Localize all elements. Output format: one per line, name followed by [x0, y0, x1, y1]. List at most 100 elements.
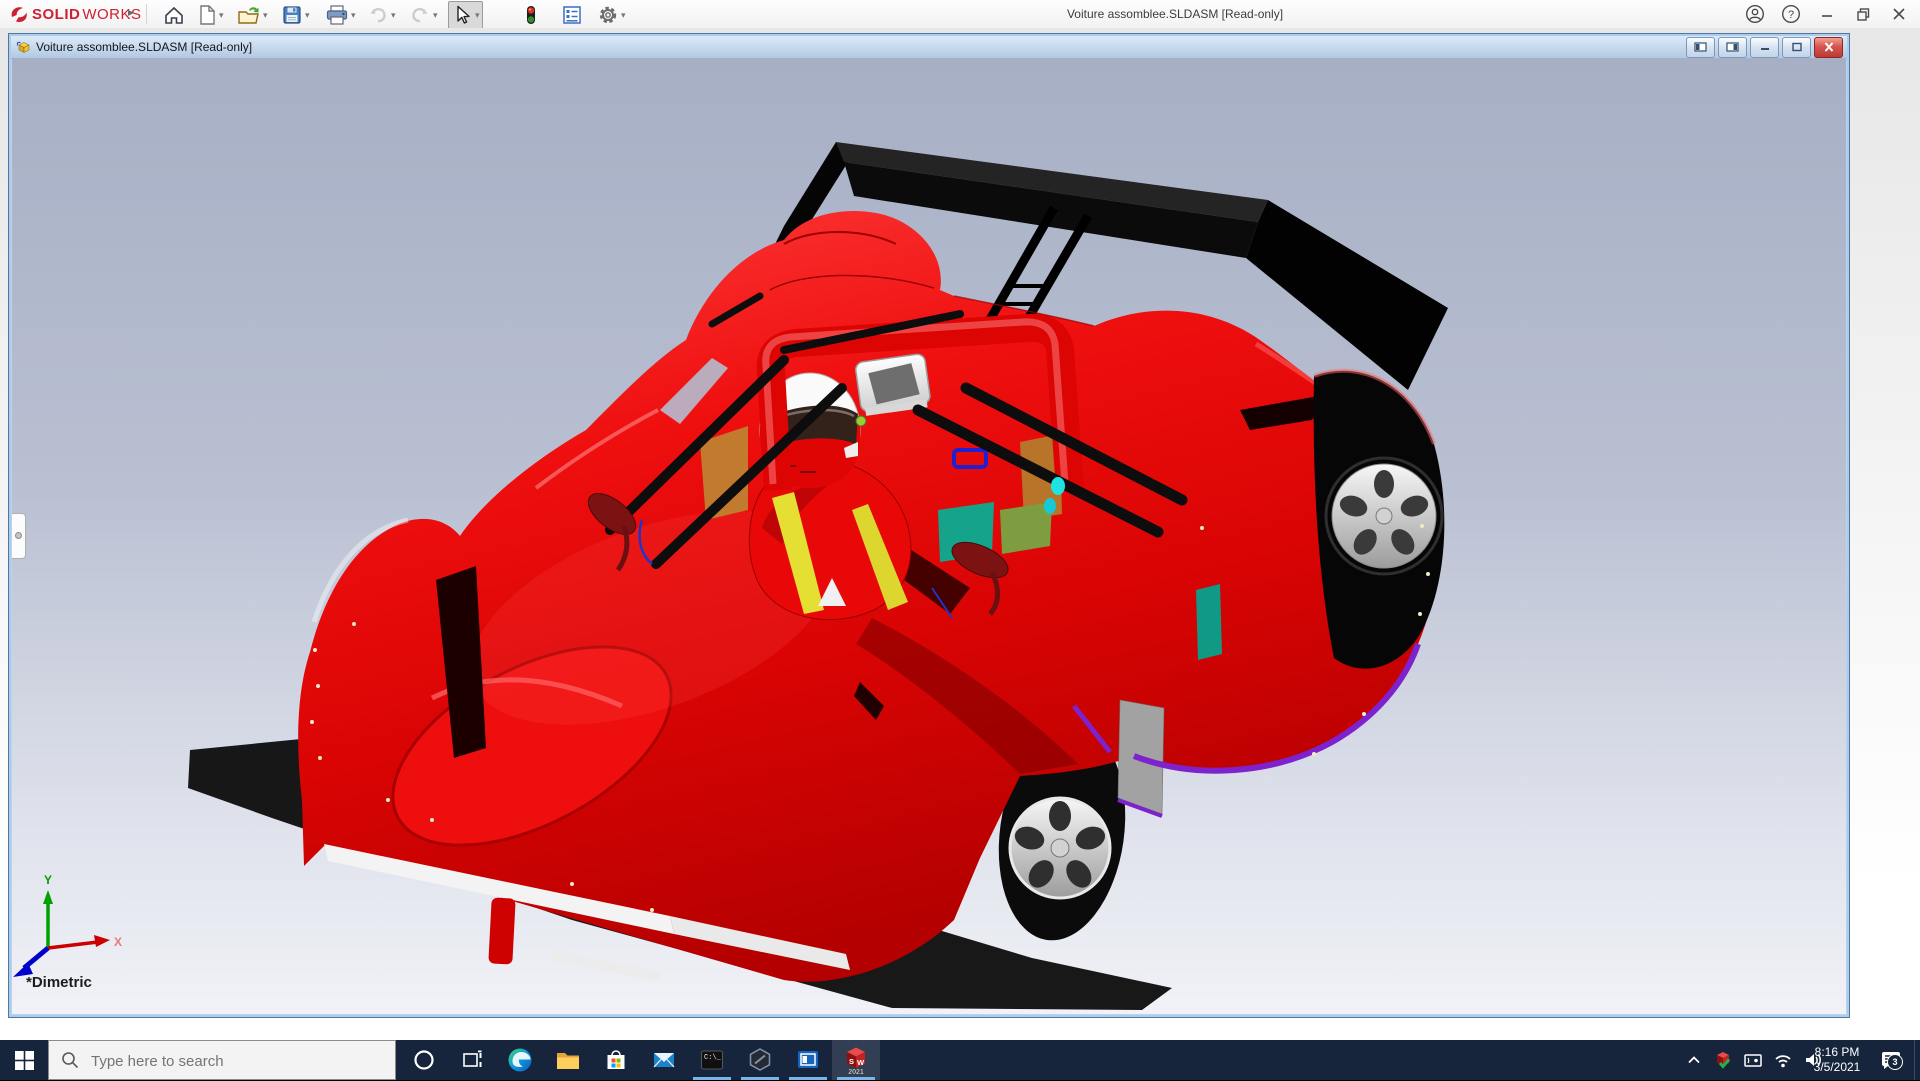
assembly-icon [16, 41, 30, 53]
cortana-icon [414, 1050, 434, 1070]
store-button[interactable] [592, 1040, 640, 1080]
hex-app-button[interactable] [736, 1040, 784, 1080]
mail-button[interactable] [640, 1040, 688, 1080]
action-center-button[interactable]: 3 [1872, 1040, 1912, 1080]
restore-icon [1856, 7, 1869, 21]
brand-bold: SOLID [32, 5, 81, 23]
store-icon [607, 1050, 625, 1069]
windows-logo-icon [14, 1050, 34, 1070]
undo-button: ▾ [364, 1, 399, 29]
dropdown-caret[interactable]: ▾ [263, 10, 268, 21]
search-icon [62, 1052, 79, 1069]
clock-time: 8:16 PM [1814, 1045, 1860, 1059]
search-input[interactable] [89, 1041, 393, 1081]
toolbar-separator [146, 4, 147, 24]
dropdown-caret[interactable]: ▾ [219, 10, 224, 21]
redo-button: ▾ [406, 1, 441, 29]
home-button[interactable] [160, 1, 188, 29]
doc-close-button[interactable] [1814, 36, 1843, 58]
triad-x-label: X [114, 935, 122, 949]
save-button[interactable]: ▾ [278, 1, 313, 29]
document-window: Voiture assomblee.SLDASM [Read-only] Y X… [8, 33, 1850, 1018]
svg-text:?: ? [1788, 9, 1794, 21]
doc-minimize-button[interactable] [1750, 36, 1779, 58]
minimize-button[interactable] [1812, 2, 1842, 26]
select-cursor-icon [457, 5, 470, 24]
print-button[interactable]: ▾ [322, 1, 359, 29]
feature-panel-splitter[interactable] [12, 513, 26, 559]
open-folder-icon [238, 7, 259, 24]
display-cast-icon [1744, 1054, 1762, 1067]
app-titlebar: SOLID WORKS ▸ ▾ ▾ ▾ ▾ ▾ ▾ ▾ ▾ Voiture as… [0, 0, 1920, 29]
pane-left-button[interactable] [1686, 36, 1715, 58]
cyan-light [1044, 498, 1056, 514]
document-title: Voiture assomblee.SLDASM [Read-only] [36, 40, 253, 54]
taskbar: C:\_ S W 2021 [0, 1040, 1920, 1081]
toolbar-flyout-arrow[interactable]: ▸ [128, 5, 134, 19]
document-titlebar[interactable]: Voiture assomblee.SLDASM [Read-only] [11, 36, 1847, 59]
tray-solidworks-monitor[interactable] [1708, 1040, 1738, 1080]
save-icon [283, 6, 301, 24]
settings-button[interactable]: ▾ [594, 1, 629, 29]
dropdown-caret[interactable]: ▾ [621, 10, 626, 21]
tray-cast-button[interactable] [1738, 1040, 1768, 1080]
dropdown-caret: ▾ [391, 9, 396, 20]
traffic-light-icon [527, 6, 535, 24]
sw-resource-monitor-icon [1717, 1052, 1731, 1069]
account-button[interactable] [1740, 2, 1770, 26]
race-car-render: Y X [13, 142, 1448, 1010]
edge-button[interactable] [496, 1040, 544, 1080]
sw-letter-s: S [849, 1057, 854, 1066]
clock-date: 3/5/2021 [1813, 1060, 1861, 1074]
task-view-button[interactable] [448, 1040, 496, 1080]
new-document-button[interactable]: ▾ [194, 1, 227, 29]
tray-wifi-button[interactable] [1768, 1040, 1798, 1080]
triad-y-label: Y [44, 873, 52, 887]
edge-icon [508, 1048, 532, 1072]
tray-clock[interactable]: 8:16 PM 3/5/2021 [1806, 1040, 1868, 1080]
hoop-eyelet [855, 415, 867, 427]
terminal-icon: C:\_ [701, 1050, 723, 1070]
terminal-prompt-text: C:\_ [704, 1054, 722, 1062]
dropdown-caret[interactable]: ▾ [475, 10, 480, 21]
taskbar-search[interactable] [48, 1040, 396, 1081]
view-orientation-label: *Dimetric [26, 974, 92, 991]
start-button[interactable] [0, 1040, 48, 1080]
file-explorer-icon [557, 1053, 579, 1069]
terminal-button[interactable]: C:\_ [688, 1040, 736, 1080]
document-window-controls [1683, 36, 1843, 58]
undo-icon [370, 7, 386, 23]
close-button[interactable] [1884, 2, 1914, 26]
sw-letter-w: W [857, 1058, 865, 1067]
list-icon [563, 6, 581, 24]
redo-icon [412, 7, 428, 23]
minimize-icon [1822, 15, 1832, 17]
dropdown-caret[interactable]: ▾ [305, 10, 310, 21]
chevron-up-icon [1688, 1056, 1700, 1064]
new-document-icon [200, 5, 215, 25]
solidworks-taskbar-button[interactable]: S W 2021 [832, 1040, 880, 1080]
dassault-swirl-icon [11, 7, 27, 22]
help-button[interactable]: ? [1776, 2, 1806, 26]
display-states-button[interactable] [520, 1, 542, 29]
doc-restore-button[interactable] [1782, 36, 1811, 58]
gear-icon [599, 6, 617, 24]
cyan-light [1051, 477, 1065, 495]
cortana-button[interactable] [400, 1040, 448, 1080]
home-icon [165, 6, 183, 24]
select-tool-button[interactable]: ▾ [448, 1, 483, 29]
dropdown-caret: ▾ [433, 9, 438, 20]
file-explorer-button[interactable] [544, 1040, 592, 1080]
restore-button[interactable] [1848, 2, 1878, 26]
open-button[interactable]: ▾ [234, 1, 271, 29]
show-desktop-button[interactable] [1914, 1040, 1920, 1080]
orientation-triad: Y X [13, 873, 122, 977]
3d-viewport[interactable]: Y X *Dimetric [12, 58, 1846, 1014]
tray-chevron-button[interactable] [1680, 1040, 1708, 1080]
dropdown-caret[interactable]: ▾ [351, 10, 356, 21]
pane-right-button[interactable] [1718, 36, 1747, 58]
account-icon [1745, 4, 1765, 24]
window-app-button[interactable] [784, 1040, 832, 1080]
window-app-icon [798, 1051, 818, 1068]
component-list-button[interactable] [558, 1, 586, 29]
